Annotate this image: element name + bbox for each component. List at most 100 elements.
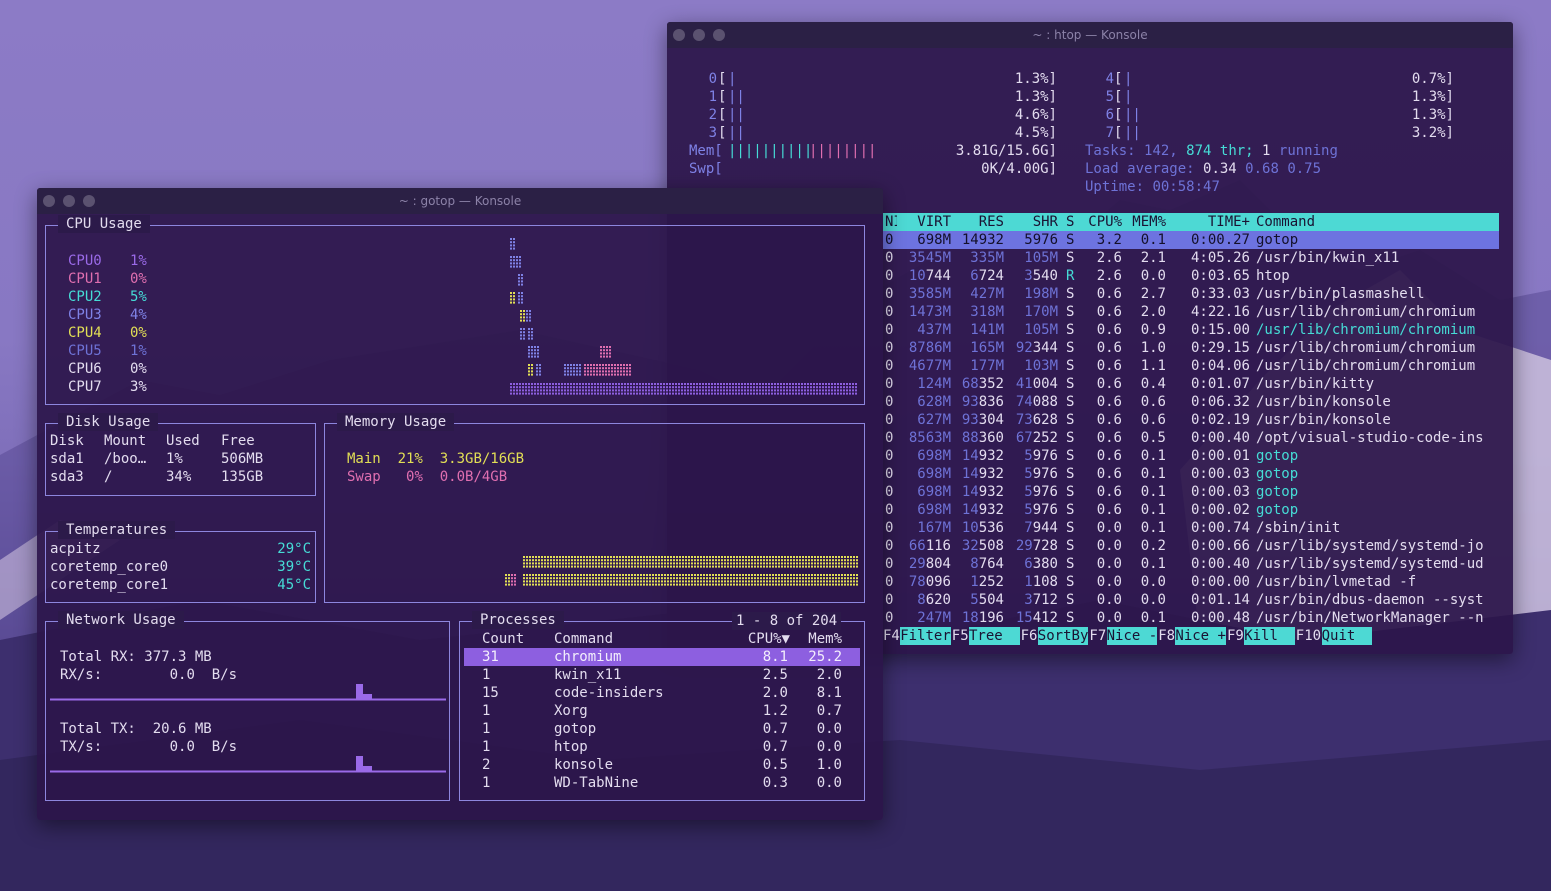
memory-graph-dot	[700, 562, 702, 565]
cpu-graph-dot	[654, 386, 656, 389]
memory-graph-dot	[784, 559, 786, 562]
memory-graph-dot	[829, 559, 831, 562]
memory-graph-dot	[682, 583, 684, 586]
cpu-graph-dot	[513, 241, 515, 244]
value-high: 8	[970, 556, 979, 572]
memory-graph-dot	[595, 556, 597, 558]
gotop-titlebar[interactable]: ~ : gotop — Konsole	[37, 188, 883, 214]
cpu-graph-dot	[564, 389, 566, 392]
cpu-graph-dot	[531, 383, 533, 385]
memory-graph-dot	[541, 565, 543, 568]
minimize-window-button[interactable]	[693, 29, 705, 41]
memory-graph-dot	[784, 577, 786, 580]
processes-panel[interactable]: Processes 1 - 8 of 204 Count Command CPU%▼…	[459, 611, 865, 801]
fkey-f7[interactable]: F7	[1089, 627, 1106, 645]
memory-graph-dot	[586, 580, 588, 583]
memory-graph-dot	[799, 565, 801, 568]
fkey-f6[interactable]: F6	[1021, 627, 1038, 645]
cpu-graph-dot	[684, 383, 686, 385]
gotop-process-count: 1	[482, 775, 491, 791]
fkey-label-quit[interactable]: Quit	[1321, 627, 1373, 645]
memory-graph-dot	[808, 559, 810, 562]
memory-graph-dot	[805, 580, 807, 583]
memory-graph-dot	[631, 559, 633, 562]
fkey-label-filter[interactable]: Filter	[900, 627, 951, 645]
cpu-graph-dot	[786, 392, 788, 395]
fkey-f4[interactable]: F4	[883, 627, 900, 645]
process-mem: 0.1	[1140, 232, 1166, 248]
memory-graph-dot	[637, 580, 639, 583]
memory-graph-dot	[730, 562, 732, 565]
close-window-button[interactable]	[43, 195, 55, 207]
cpu-graph-dot	[726, 392, 728, 395]
memory-graph-dot	[562, 565, 564, 568]
memory-graph-dot	[595, 580, 597, 583]
cpu-graph-dot	[513, 244, 515, 247]
cpu-graph-dot	[573, 383, 575, 385]
fkey-f5[interactable]: F5	[952, 627, 969, 645]
cpu-graph-dot	[645, 383, 647, 385]
process-mem: 0.5	[1140, 430, 1166, 446]
fkey-label-nice[interactable]: Nice +	[1175, 627, 1226, 645]
cpu-graph-dot	[669, 392, 671, 395]
cpu-graph-dot	[672, 389, 674, 392]
value-high: 14	[961, 448, 979, 464]
maximize-window-button[interactable]	[713, 29, 725, 41]
cpu-graph-dot	[531, 370, 533, 373]
cpu-graph-dot	[744, 389, 746, 392]
cpu-graph-dot	[774, 386, 776, 389]
memory-graph-dot	[769, 577, 771, 580]
memory-graph-dot	[835, 565, 837, 568]
cpu-graph-dot	[744, 392, 746, 395]
cpu-graph-dot	[747, 386, 749, 389]
cpu-graph-dot	[603, 389, 605, 392]
cpu-graph-dot	[612, 383, 614, 385]
memory-graph-dot	[685, 562, 687, 565]
gotop-window[interactable]: ~ : gotop — Konsole CPU Usage CPU0 1% CPU1…	[37, 188, 883, 820]
memory-graph-dot	[760, 562, 762, 565]
htop-titlebar[interactable]: ~ : htop — Konsole	[667, 22, 1513, 48]
memory-graph-dot	[508, 580, 510, 583]
fkey-f10[interactable]: F10	[1296, 627, 1321, 645]
fkey-f8[interactable]: F8	[1158, 627, 1175, 645]
process-mem: 0.1	[1140, 502, 1166, 518]
value-low: 252	[1032, 430, 1058, 446]
fkey-label-kill[interactable]: Kill	[1244, 627, 1295, 645]
memory-graph-dot	[685, 577, 687, 580]
process-ni: 0	[885, 538, 894, 554]
cpu-graph-dot	[518, 301, 520, 304]
fkey-label-nice[interactable]: Nice -	[1106, 627, 1158, 645]
cpu-graph-dot	[534, 349, 536, 352]
cpu-graph-dot	[614, 373, 616, 376]
memory-graph-dot	[787, 583, 789, 586]
process-virt: 698M	[899, 501, 951, 519]
process-cmd: gotop	[1256, 448, 1299, 464]
memory-graph-dot	[586, 562, 588, 565]
cpu-graph-dot	[588, 383, 590, 385]
maximize-window-button[interactable]	[83, 195, 95, 207]
cpu-graph-dot	[630, 383, 632, 385]
value-low: M	[942, 286, 951, 302]
fkey-f9[interactable]: F9	[1227, 627, 1244, 645]
cpu-graph-dot	[636, 389, 638, 392]
cpu-graph-dot	[705, 392, 707, 395]
cpu-graph-dot	[645, 386, 647, 389]
cpu-graph-dot	[516, 389, 518, 392]
memory-graph-dot	[781, 562, 783, 565]
cpu-graph-dot	[810, 386, 812, 389]
memory-graph-dot	[565, 574, 567, 576]
memory-graph-dot	[589, 583, 591, 586]
memory-graph-dot	[856, 559, 858, 562]
memory-graph-dot	[823, 562, 825, 565]
process-ni: 0	[885, 592, 894, 608]
memory-graph-dot	[799, 556, 801, 558]
process-mem: 0.0	[1140, 592, 1166, 608]
value-low: 932	[978, 502, 1004, 518]
process-shr: 5976	[1004, 465, 1058, 483]
fkey-label-tree[interactable]: Tree	[969, 627, 1020, 645]
close-window-button[interactable]	[673, 29, 685, 41]
minimize-window-button[interactable]	[63, 195, 75, 207]
memory-graph-dot	[574, 583, 576, 586]
fkey-label-sortby[interactable]: SortBy	[1037, 627, 1089, 645]
process-time: 0:00.66	[1190, 538, 1250, 554]
